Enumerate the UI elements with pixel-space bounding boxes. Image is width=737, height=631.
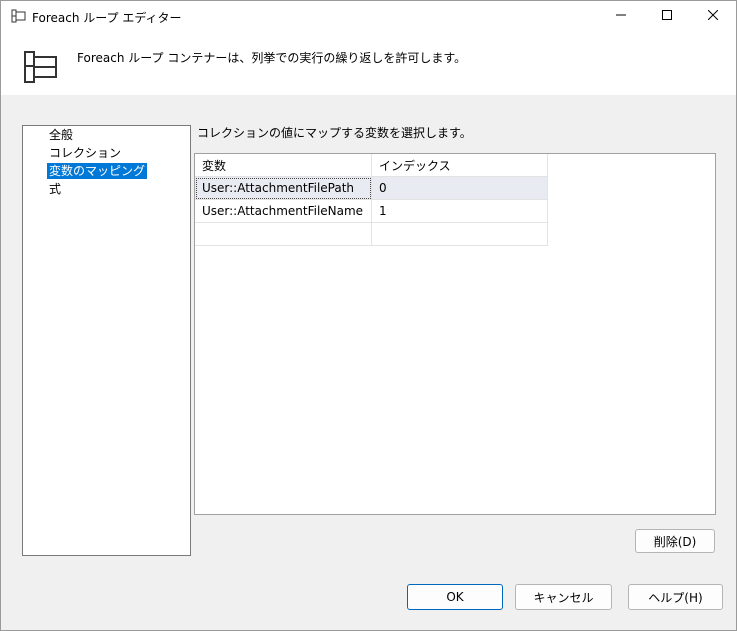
foreach-loop-icon — [11, 9, 27, 23]
header-description: Foreach ループ コンテナーは、列挙での実行の繰り返しを許可します。 — [77, 51, 467, 65]
ok-button[interactable]: OK — [407, 584, 503, 610]
maximize-icon — [662, 9, 672, 23]
variable-cell[interactable]: User::AttachmentFileName — [195, 199, 372, 223]
minimize-button[interactable] — [598, 1, 644, 31]
mapping-description: コレクションの値にマップする変数を選択します。 — [197, 126, 472, 140]
header-area: Foreach ループ コンテナーは、列挙での実行の繰り返しを許可します。 — [1, 31, 736, 95]
close-button[interactable] — [690, 1, 736, 31]
table-row[interactable]: User::AttachmentFilePath 0 — [195, 176, 548, 200]
nav-item-collection[interactable]: コレクション — [47, 145, 123, 161]
nav-item-general[interactable]: 全般 — [47, 127, 75, 143]
table-row-new[interactable] — [195, 222, 548, 246]
nav-item-expressions[interactable]: 式 — [47, 181, 63, 197]
maximize-button[interactable] — [644, 1, 690, 31]
nav-panel: 全般 コレクション 変数のマッピング 式 — [22, 125, 191, 556]
column-header-variable[interactable]: 変数 — [195, 154, 372, 177]
close-icon — [707, 9, 719, 23]
container-icon — [23, 49, 61, 85]
dialog-window: Foreach ループ エディター Foreach ループ コンテナーは、列挙で… — [0, 0, 737, 631]
index-cell[interactable]: 0 — [371, 176, 548, 200]
table-header-row: 変数 インデックス — [195, 154, 548, 177]
minimize-icon — [616, 9, 626, 23]
cancel-button[interactable]: キャンセル — [515, 584, 612, 610]
mapping-table: 変数 インデックス User::AttachmentFilePath 0 Use… — [195, 154, 548, 246]
window-title: Foreach ループ エディター — [32, 11, 182, 25]
mapping-grid: 変数 インデックス User::AttachmentFilePath 0 Use… — [194, 153, 716, 515]
variable-cell[interactable] — [195, 222, 372, 246]
delete-button[interactable]: 削除(D) — [635, 529, 715, 553]
column-header-index[interactable]: インデックス — [371, 154, 548, 177]
index-cell[interactable] — [371, 222, 548, 246]
title-bar: Foreach ループ エディター — [1, 1, 736, 31]
help-button[interactable]: ヘルプ(H) — [628, 584, 723, 610]
index-cell[interactable]: 1 — [371, 199, 548, 223]
table-row[interactable]: User::AttachmentFileName 1 — [195, 199, 548, 223]
variable-cell[interactable]: User::AttachmentFilePath — [195, 176, 372, 200]
nav-item-variable-mapping[interactable]: 変数のマッピング — [47, 163, 148, 179]
